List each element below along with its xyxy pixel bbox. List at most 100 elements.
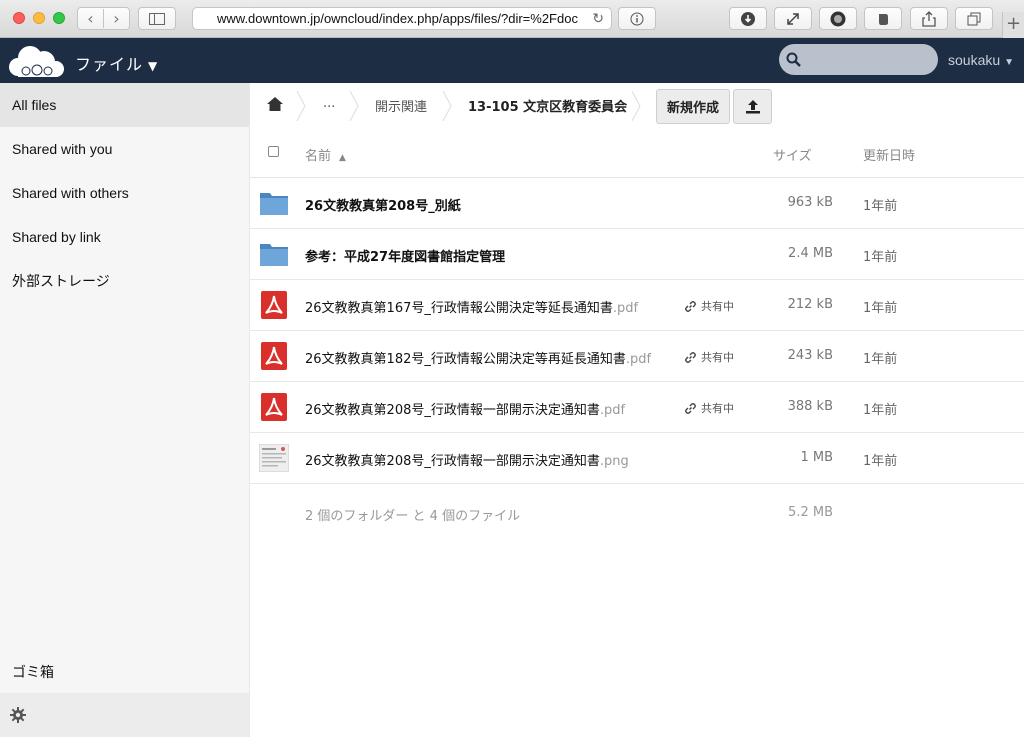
file-list-area: ... 開示関連 13-105 文京区教育委員会 新規作成 名前 ▲ サイズ 更新… [250, 83, 1024, 737]
sidebar-item-shared-with-others[interactable]: Shared with others [0, 171, 249, 215]
file-size: 1 MB [800, 450, 833, 465]
tabs-button[interactable] [955, 7, 993, 30]
table-row[interactable]: 26文教教真第167号_行政情報公開決定等延長通知書.pdf 共有中 212 k… [250, 280, 1024, 331]
download-icon [741, 11, 755, 26]
table-row[interactable]: 参考：平成27年度図書館指定管理 2.4 MB 1年前 [250, 229, 1024, 280]
file-name[interactable]: 26文教教真第167号_行政情報公開決定等延長通知書.pdf [305, 297, 638, 316]
column-name-label: 名前 [305, 149, 332, 164]
owncloud-logo-icon[interactable] [6, 42, 66, 78]
sidebar-item-shared-by-link[interactable]: Shared by link [0, 215, 249, 259]
share-status-label: 共有中 [701, 300, 734, 313]
column-modified-header[interactable]: 更新日時 [863, 145, 915, 164]
file-modified: 1年前 [863, 199, 898, 214]
reload-icon[interactable]: ↻ [592, 8, 604, 29]
new-button[interactable]: 新規作成 [656, 89, 730, 124]
file-size: 388 kB [787, 399, 833, 414]
address-bar[interactable]: www.downtown.jp/owncloud/index.php/apps/… [192, 7, 612, 30]
sidebar-item-external-storage[interactable]: 外部ストレージ [0, 259, 249, 303]
file-name[interactable]: 26文教教真第208号_行政情報一部開示決定通知書.png [305, 450, 629, 469]
file-size: 2.4 MB [788, 246, 833, 261]
folder-icon [260, 244, 288, 266]
file-basename: 26文教教真第208号_行政情報一部開示決定通知書 [305, 403, 600, 418]
pdf-icon [261, 342, 287, 370]
zoom-window-button[interactable] [53, 12, 65, 24]
share-button[interactable] [910, 7, 948, 30]
share-icon [922, 10, 936, 27]
file-basename: 26文教教真第182号_行政情報公開決定等再延長通知書 [305, 352, 626, 367]
file-extension: .png [599, 454, 629, 469]
share-status-label: 共有中 [701, 402, 734, 415]
info-icon [630, 12, 644, 25]
file-size: 212 kB [787, 297, 833, 312]
share-status-label: 共有中 [701, 351, 734, 364]
extension-circle-icon [830, 11, 846, 26]
file-modified: 1年前 [863, 454, 898, 469]
extension-button[interactable] [819, 7, 857, 30]
breadcrumb-ellipsis[interactable]: ... [323, 96, 335, 111]
file-name[interactable]: 26文教教真第208号_別紙 [305, 195, 461, 214]
file-modified: 1年前 [863, 403, 898, 418]
breadcrumb-separator-icon [349, 91, 359, 121]
reader-button[interactable] [618, 7, 656, 30]
image-thumbnail-icon [259, 444, 289, 472]
new-tab-button[interactable]: + [1002, 12, 1024, 38]
fullscreen-button[interactable] [774, 7, 812, 30]
minimize-window-button[interactable] [33, 12, 45, 24]
total-size: 5.2 MB [788, 505, 833, 520]
back-icon[interactable]: ‹ [78, 9, 104, 28]
upload-icon [745, 99, 760, 113]
share-status[interactable]: 共有中 [684, 400, 734, 416]
column-name-header[interactable]: 名前 ▲ [305, 145, 346, 164]
sidebar-item-shared-with-you[interactable]: Shared with you [0, 127, 249, 171]
elephant-icon [879, 13, 888, 25]
url-text: www.downtown.jp/owncloud/index.php/apps/… [217, 11, 578, 26]
file-name[interactable]: 26文教教真第208号_行政情報一部開示決定通知書.pdf [305, 399, 625, 418]
upload-button[interactable] [733, 89, 772, 124]
close-window-button[interactable] [13, 12, 25, 24]
forward-icon[interactable]: › [104, 9, 129, 28]
sidebar-item-trash[interactable]: ゴミ箱 [12, 662, 54, 682]
breadcrumb-current[interactable]: 13-105 文京区教育委員会 [468, 96, 627, 115]
table-row[interactable]: 26文教教真第208号_行政情報一部開示決定通知書.png 1 MB 1年前 [250, 433, 1024, 484]
sidebar-toggle-button[interactable] [138, 7, 176, 30]
home-icon[interactable] [267, 96, 283, 112]
folder-icon [260, 193, 288, 215]
search-input[interactable] [779, 44, 938, 75]
back-forward-buttons[interactable]: ‹ › [77, 7, 130, 30]
file-name[interactable]: 26文教教真第182号_行政情報公開決定等再延長通知書.pdf [305, 348, 651, 367]
breadcrumb-separator-icon [442, 91, 452, 121]
table-row[interactable]: 26文教教真第182号_行政情報公開決定等再延長通知書.pdf 共有中 243 … [250, 331, 1024, 382]
search-icon [786, 52, 801, 67]
user-name: soukaku [948, 52, 1001, 68]
sidebar-item-all-files[interactable]: All files [0, 83, 249, 127]
file-summary: 2 個のフォルダー と 4 個のファイル [305, 509, 521, 524]
settings-button[interactable] [0, 693, 249, 737]
file-modified: 1年前 [863, 301, 898, 316]
table-header: 名前 ▲ サイズ 更新日時 [250, 134, 1024, 178]
file-basename: 26文教教真第208号_行政情報一部開示決定通知書 [305, 454, 600, 469]
breadcrumb-item[interactable]: 開示関連 [375, 96, 427, 115]
link-icon [685, 352, 696, 363]
evernote-button[interactable] [864, 7, 902, 30]
app-header: ファイル ▼ soukaku ▼ [0, 38, 1024, 83]
app-name: ファイル [75, 55, 144, 74]
user-menu[interactable]: soukaku ▼ [948, 52, 1014, 68]
file-extension: .pdf [612, 301, 639, 316]
table-row[interactable]: 26文教教真第208号_行政情報一部開示決定通知書.pdf 共有中 388 kB… [250, 382, 1024, 433]
file-size: 963 kB [787, 195, 833, 210]
breadcrumb-separator-icon [631, 91, 641, 121]
browser-toolbar: ‹ › www.downtown.jp/owncloud/index.php/a… [0, 0, 1024, 38]
downloads-button[interactable] [729, 7, 767, 30]
file-basename: 26文教教真第167号_行政情報公開決定等延長通知書 [305, 301, 613, 316]
select-all-checkbox[interactable] [268, 146, 279, 157]
sidebar: All files Shared with you Shared with ot… [0, 83, 250, 737]
table-row[interactable]: 26文教教真第208号_別紙 963 kB 1年前 [250, 178, 1024, 229]
link-icon [685, 301, 696, 312]
column-size-header[interactable]: サイズ [773, 145, 812, 164]
gear-icon [10, 707, 26, 723]
share-status[interactable]: 共有中 [684, 349, 734, 365]
file-name[interactable]: 参考：平成27年度図書館指定管理 [305, 246, 505, 265]
caret-down-icon: ▼ [148, 59, 159, 73]
app-menu-button[interactable]: ファイル ▼ [75, 51, 158, 75]
share-status[interactable]: 共有中 [684, 298, 734, 314]
